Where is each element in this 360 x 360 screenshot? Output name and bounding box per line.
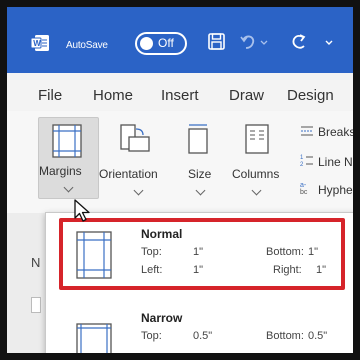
svg-text:1: 1	[300, 155, 304, 161]
bottom-label: Bottom:	[266, 330, 304, 342]
svg-text:W: W	[33, 39, 41, 48]
autosave-state: Off	[158, 36, 174, 50]
hyphenation-icon: a- bc	[300, 182, 308, 195]
top-value: 0.5"	[193, 330, 213, 342]
qat-customize-icon[interactable]	[325, 40, 333, 46]
title-bar: W AutoSave Off	[7, 7, 353, 73]
chevron-down-icon	[63, 182, 74, 193]
svg-text:a-: a-	[300, 182, 307, 189]
normal-preset-highlight	[59, 218, 345, 290]
autosave-toggle[interactable]: Off	[135, 32, 187, 55]
columns-label[interactable]: Columns	[232, 167, 279, 181]
margins-icon	[52, 124, 82, 158]
margins-label: Margins	[39, 164, 82, 178]
narrow-margins-icon	[76, 323, 112, 353]
word-app-icon: W	[31, 35, 49, 51]
redo-icon[interactable]	[289, 33, 311, 51]
margins-dropdown: Normal Top: 1" Bottom: 1" Left: 1" Right…	[45, 212, 353, 353]
orientation-label[interactable]: Orientation	[99, 167, 158, 181]
hyphenation-button[interactable]: Hyphe	[318, 183, 353, 197]
svg-text:bc: bc	[300, 189, 308, 195]
line-numbers-icon: 1 2	[300, 155, 313, 167]
size-label[interactable]: Size	[188, 167, 211, 181]
tab-home[interactable]: Home	[93, 87, 133, 104]
layout-ribbon: Margins Orientation Size Columns Breaks …	[7, 111, 353, 213]
tab-file[interactable]: File	[38, 87, 62, 104]
chevron-down-icon	[133, 185, 144, 196]
preset-name: Narrow	[141, 311, 183, 325]
mouse-pointer-icon	[74, 199, 90, 222]
columns-icon[interactable]	[244, 123, 270, 155]
size-icon[interactable]	[187, 123, 211, 155]
bottom-value: 0.5"	[308, 330, 328, 342]
margins-button[interactable]: Margins	[38, 117, 99, 199]
autosave-label: AutoSave	[66, 40, 108, 51]
word-window: W AutoSave Off File Home Insert Draw Des…	[0, 0, 360, 360]
menu-bar: File Home Insert Draw Design	[7, 73, 353, 111]
breaks-button[interactable]: Breaks	[318, 125, 353, 139]
document-fragment	[31, 297, 41, 313]
tab-insert[interactable]: Insert	[161, 87, 199, 104]
undo-icon[interactable]	[240, 33, 270, 51]
chevron-down-icon	[195, 185, 206, 196]
tab-design[interactable]: Design	[287, 87, 334, 104]
chevron-down-icon	[251, 185, 262, 196]
line-numbers-button[interactable]: Line N	[318, 155, 353, 169]
top-label: Top:	[141, 330, 162, 342]
document-text-fragment: N	[31, 255, 41, 270]
toggle-knob	[140, 37, 153, 50]
margins-preset-narrow[interactable]: Narrow Top: 0.5" Bottom: 0.5"	[54, 303, 353, 353]
tab-draw[interactable]: Draw	[229, 87, 264, 104]
orientation-icon[interactable]	[119, 123, 151, 155]
breaks-icon	[301, 126, 313, 136]
svg-text:2: 2	[300, 162, 304, 167]
save-icon[interactable]	[208, 33, 225, 50]
